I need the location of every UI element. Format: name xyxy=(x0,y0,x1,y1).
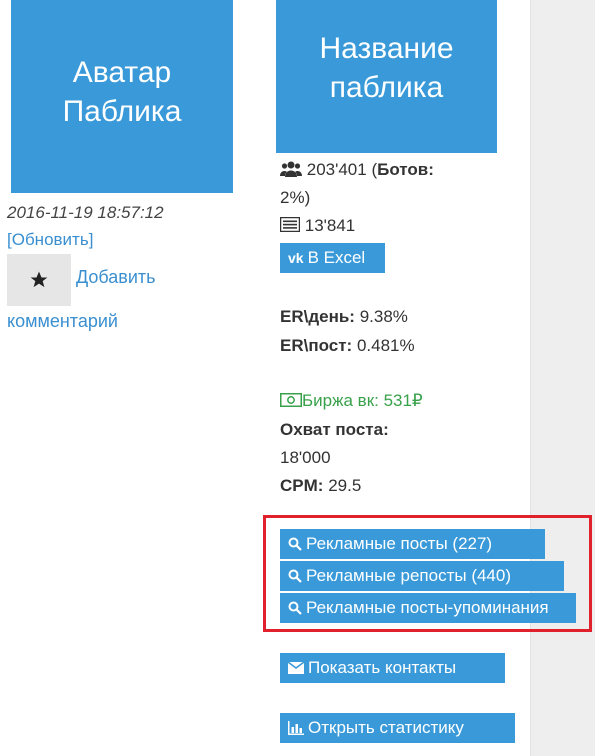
avatar-line2: Паблика xyxy=(62,94,182,128)
favorite-button[interactable] xyxy=(7,254,71,306)
reach-value: 18'000 xyxy=(280,448,331,467)
bots-value: 2%) xyxy=(280,188,311,207)
er-post-row: ER\пост: 0.481% xyxy=(280,336,415,356)
money-icon xyxy=(280,393,302,407)
reach-label-text: Охват поста: xyxy=(280,420,389,439)
users-icon xyxy=(280,161,302,177)
highlight-frame xyxy=(263,515,592,632)
exchange-text: Биржа вк: 531₽ xyxy=(302,391,423,410)
vk-icon: vk xyxy=(288,250,304,266)
envelope-icon xyxy=(288,662,304,674)
excel-export-button[interactable]: vk В Excel xyxy=(280,243,385,273)
bar-chart-icon xyxy=(288,721,304,735)
update-timestamp: 2016-11-19 18:57:12 xyxy=(7,203,164,222)
followers-count: 203'401 xyxy=(306,160,367,179)
title-line2: паблика xyxy=(329,70,444,104)
er-day-label: ER\день: xyxy=(280,307,355,326)
exchange-link[interactable]: Биржа вк: 531₽ xyxy=(280,391,423,411)
show-contacts-label: Показать контакты xyxy=(308,658,457,677)
bots-label: Ботов: xyxy=(377,160,434,179)
cpm-label: CPM: xyxy=(280,476,324,495)
excel-button-label: В Excel xyxy=(307,248,366,267)
open-statistics-label: Открыть статистику xyxy=(308,718,464,737)
reach-label: Охват поста: xyxy=(280,420,389,440)
list-icon xyxy=(279,216,301,233)
er-post-value: 0.481% xyxy=(356,336,415,355)
add-comment-link[interactable]: Добавить xyxy=(76,267,156,288)
add-comment-link-cont[interactable]: комментарий xyxy=(7,311,118,332)
posts-row: 13'841 xyxy=(279,216,356,236)
refresh-link[interactable]: [Обновить] xyxy=(7,230,93,250)
avatar-line1: Аватар xyxy=(72,55,172,89)
public-title[interactable]: Название паблика xyxy=(276,0,497,153)
right-scroll-area xyxy=(530,0,595,756)
cpm-row: CPM: 29.5 xyxy=(280,476,361,496)
show-contacts-button[interactable]: Показать контакты xyxy=(280,653,505,683)
er-day-value: 9.38% xyxy=(359,307,408,326)
er-day-row: ER\день: 9.38% xyxy=(280,307,408,327)
title-line1: Название xyxy=(319,31,454,65)
er-post-label: ER\пост: xyxy=(280,336,353,355)
public-avatar[interactable]: Аватар Паблика xyxy=(11,0,233,193)
open-statistics-button[interactable]: Открыть статистику xyxy=(280,713,515,743)
cpm-value: 29.5 xyxy=(328,476,362,495)
followers-row: 203'401 (Ботов: xyxy=(280,160,434,180)
star-icon xyxy=(30,271,48,288)
posts-count: 13'841 xyxy=(304,216,356,235)
